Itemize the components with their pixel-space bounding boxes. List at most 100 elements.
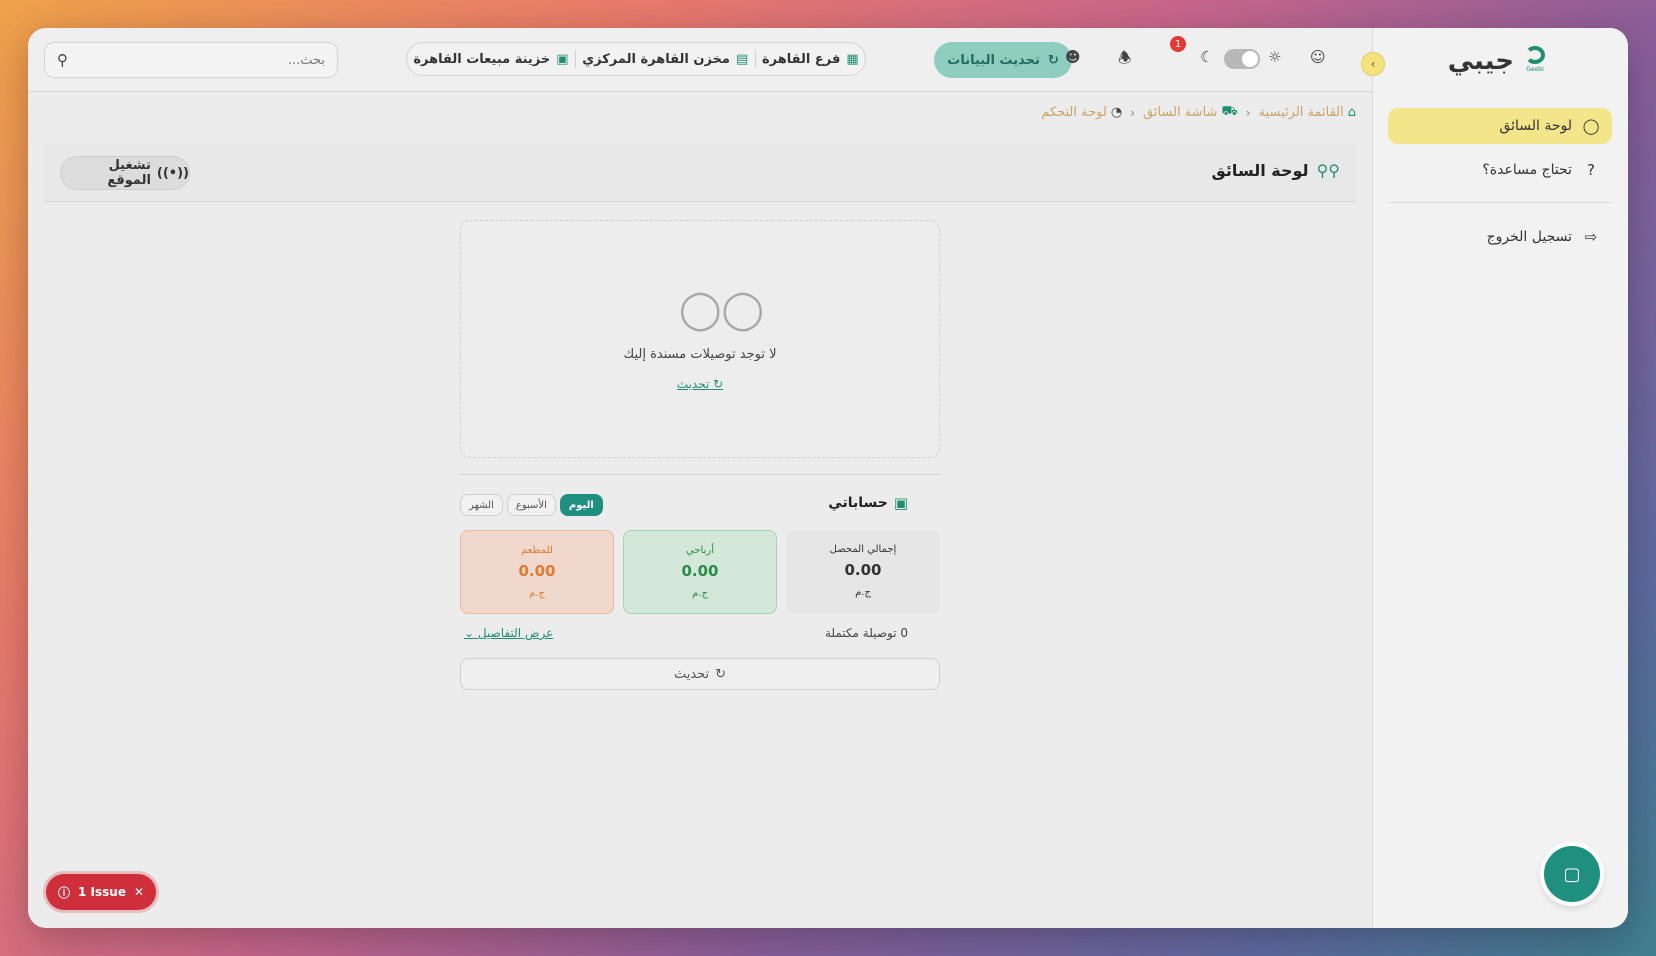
branch-label: فرع القاهرة [761, 51, 841, 67]
branch-item-cairo[interactable]: ▦ فرع القاهرة [762, 52, 859, 67]
view-details-link[interactable]: عرض التفاصيل ⌄ [464, 626, 553, 640]
chevron-down-icon: ⌄ [464, 626, 475, 640]
stat-profit: أرباحي 0.00 ج.م [623, 530, 777, 614]
search-box[interactable]: ⚲ [44, 42, 338, 78]
car-icon: ⛟ [1221, 104, 1238, 119]
alert-icon: ⓘ [58, 885, 71, 900]
stat-restaurant: للمطعم 0.00 ج.م [460, 530, 614, 614]
bicycle-icon: ◯◯ [679, 287, 765, 331]
breadcrumb-label: لوحة التحكم [1041, 105, 1107, 120]
sidebar: ‹ Geebi جيبي ◯ لوحة السائق ? تحتاج مساعد… [1361, 28, 1628, 928]
logo: Geebi جيبي [1448, 46, 1548, 76]
toggle-knob [1242, 51, 1258, 67]
chevron-left-icon: ‹ [1370, 57, 1376, 71]
moon-icon: ☾ [1200, 48, 1214, 66]
sidebar-item-label: تحتاج مساعدة؟ [1482, 162, 1572, 178]
stat-label: للمطعم [521, 545, 553, 556]
tab-today[interactable]: اليوم [559, 494, 603, 516]
warehouse-icon: ▤ [735, 51, 749, 67]
wallet-icon: ▣ [556, 51, 569, 67]
logout-icon: ⇨ [1584, 228, 1598, 246]
chat-button[interactable]: ▢ [1544, 846, 1600, 902]
chevron-left-icon: ‹ [1245, 105, 1251, 120]
breadcrumb-label: القائمة الرئيسية [1258, 105, 1344, 120]
branch-item-warehouse[interactable]: ▤ مخزن القاهرة المركزي [582, 52, 748, 67]
refresh-icon: ↻ [713, 377, 724, 391]
search-input[interactable] [105, 52, 325, 68]
logo-subtext: Geebi [1526, 66, 1544, 73]
logo-icon: Geebi [1522, 46, 1548, 76]
search-icon[interactable]: ⚲ [57, 51, 68, 69]
stat-total-collected: إجمالي المحصل 0.00 ج.م [786, 530, 940, 614]
branch-label: خزينة مبيعات القاهرة [413, 51, 551, 67]
refresh-data-label: تحديث البيانات [947, 52, 1040, 68]
breadcrumb: ⌂ القائمة الرئيسية ‹ ⛟ شاشة السائق ‹ ◔ ل… [1041, 104, 1356, 121]
chevron-left-icon: ‹ [1130, 105, 1135, 120]
refresh-accounts-button[interactable]: ↻ تحديث [460, 658, 940, 690]
divider [574, 50, 576, 68]
branch-label: مخزن القاهرة المركزي [582, 51, 730, 67]
help-circle-icon: ? [1587, 161, 1595, 179]
sidebar-item-logout[interactable]: ⇨ تسجيل الخروج [1388, 219, 1612, 255]
issues-badge[interactable]: ⓘ 1 Issue ✕ [46, 874, 157, 910]
refresh-icon: ↻ [715, 666, 727, 682]
sidebar-item-label: لوحة السائق [1499, 118, 1572, 134]
stat-currency: ج.م [692, 588, 708, 599]
branch-selector: ▦ فرع القاهرة ▤ مخزن القاهرة المركزي ▣ خ… [406, 42, 866, 76]
stat-value: 0.00 [518, 562, 556, 580]
wallet-icon: ▣ [893, 494, 908, 512]
branch-item-treasury[interactable]: ▣ خزينة مبيعات القاهرة [413, 52, 568, 67]
issues-label: 1 Issue [78, 885, 126, 899]
refresh-label: تحديث [673, 666, 710, 682]
close-icon[interactable]: ✕ [134, 885, 144, 899]
top-bar: ⚲ ▦ فرع القاهرة ▤ مخزن القاهرة المركزي ▣… [28, 28, 1372, 92]
user-icon[interactable]: ☻ [1065, 48, 1081, 66]
refresh-data-button[interactable]: ↻ تحديث البيانات [934, 42, 1072, 78]
divider [1388, 202, 1612, 203]
bicycle-icon: ⚲⚲ [1316, 161, 1340, 180]
sun-icon: ☼ [1268, 48, 1282, 66]
page-title-text: لوحة السائق [1211, 161, 1309, 180]
home-icon: ⌂ [1347, 105, 1356, 120]
location-label: تشغيل الموقع [107, 158, 151, 188]
refresh-link[interactable]: ↻ تحديث [461, 377, 939, 391]
bicycle-icon: ◯ [1582, 117, 1600, 135]
sidebar-item-help[interactable]: ? تحتاج مساعدة؟ [1388, 152, 1612, 188]
tab-week[interactable]: الأسبوع [506, 494, 556, 516]
logo-glyph [1525, 46, 1545, 64]
sidebar-nav: ◯ لوحة السائق ? تحتاج مساعدة؟ ⇨ تسجيل ال… [1388, 108, 1612, 263]
page-header: ⚲⚲ لوحة السائق ((•)) تشغيل الموقع [44, 144, 1356, 202]
stat-value: 0.00 [681, 562, 719, 580]
completed-count: 0 توصيلة مكتملة [824, 626, 908, 640]
details-label: عرض التفاصيل [477, 626, 554, 640]
stat-currency: ج.م [855, 587, 871, 598]
refresh-link-label: تحديث [676, 377, 710, 391]
breadcrumb-item-home[interactable]: ⌂ القائمة الرئيسية [1259, 105, 1356, 120]
stat-currency: ج.م [529, 588, 545, 599]
breadcrumb-label: شاشة السائق [1142, 105, 1218, 120]
theme-toggle[interactable] [1224, 49, 1260, 69]
sidebar-item-label: تسجيل الخروج [1486, 229, 1572, 245]
stat-value: 0.00 [844, 561, 882, 579]
building-icon: ▦ [846, 51, 859, 67]
deliveries-empty-state: ◯◯ لا توجد توصيلات مسندة إليك ↻ تحديث [460, 220, 940, 458]
empty-message: لا توجد توصيلات مسندة إليك [623, 347, 777, 362]
stat-label: أرباحي [686, 545, 714, 556]
enable-location-button[interactable]: ((•)) تشغيل الموقع [60, 156, 190, 190]
notification-badge: 1 [1170, 36, 1186, 52]
bell-icon[interactable]: 🕭 [1118, 48, 1131, 73]
logo-text: جيبي [1447, 46, 1514, 76]
collapse-sidebar-button[interactable]: ‹ [1361, 52, 1385, 76]
divider [460, 474, 940, 475]
sidebar-item-driver-dashboard[interactable]: ◯ لوحة السائق [1388, 108, 1612, 144]
users-icon[interactable]: ☺ [1310, 48, 1326, 66]
breadcrumb-item-dashboard: ◔ لوحة التحكم [1041, 105, 1122, 120]
chat-icon: ▢ [1563, 863, 1581, 885]
page-title: ⚲⚲ لوحة السائق [1212, 161, 1341, 180]
accounts-title: ▣ حساباتي [828, 494, 908, 512]
accounts-title-text: حساباتي [828, 495, 888, 511]
broadcast-icon: ((•)) [156, 165, 189, 181]
app-window: ⚲ ▦ فرع القاهرة ▤ مخزن القاهرة المركزي ▣… [28, 28, 1628, 928]
breadcrumb-item-driver[interactable]: ⛟ شاشة السائق [1143, 104, 1238, 121]
tab-month[interactable]: الشهر [460, 494, 503, 516]
